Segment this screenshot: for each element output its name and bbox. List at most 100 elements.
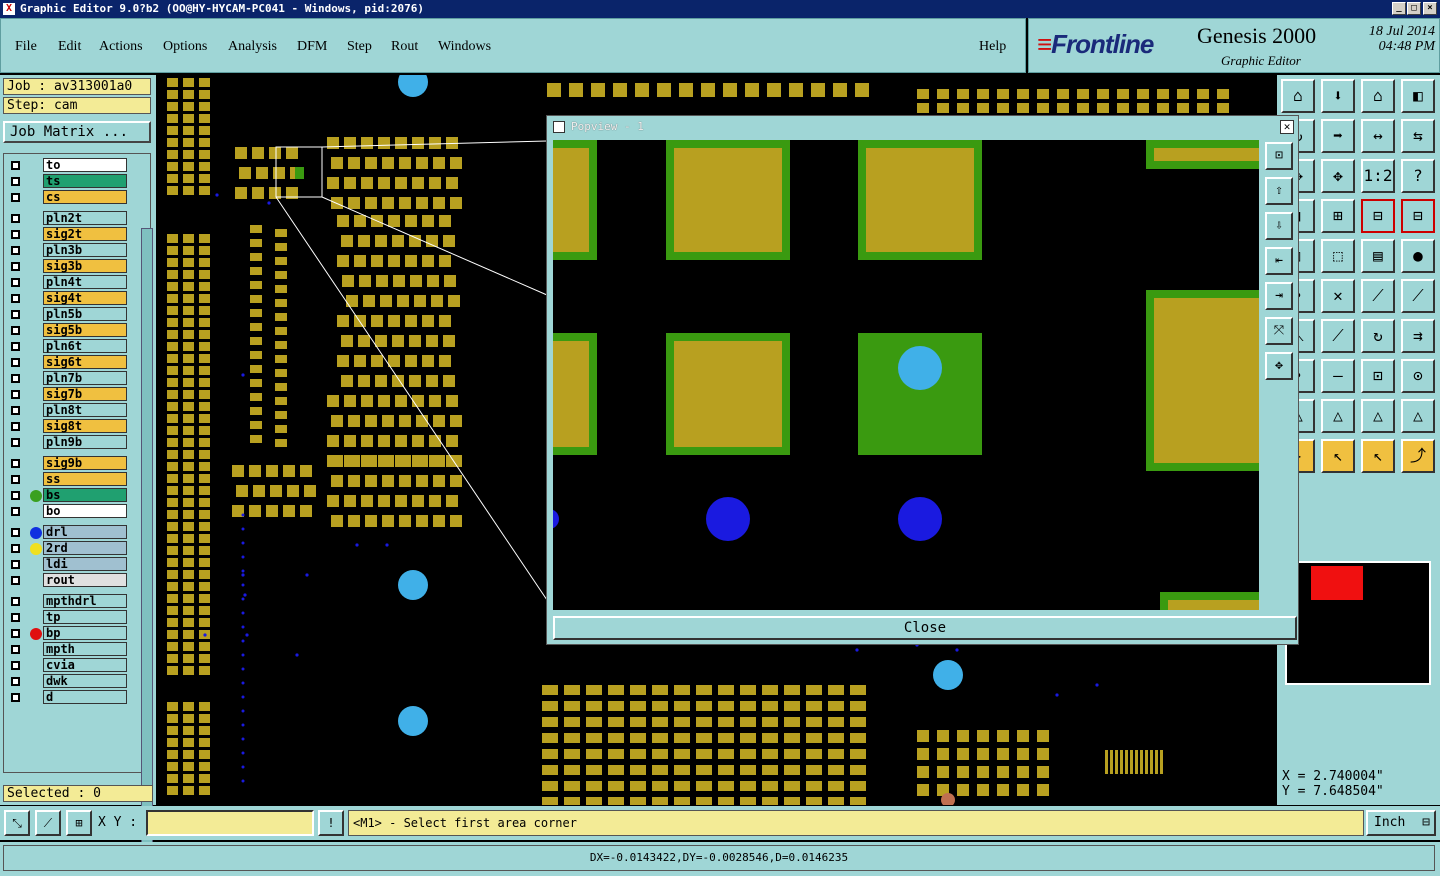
open-icon[interactable]: ⌂	[1281, 79, 1315, 113]
layer-name[interactable]: sig7b	[43, 387, 127, 401]
layer-row-pln4t[interactable]: pln4t	[7, 275, 127, 290]
layer-checkbox[interactable]	[11, 326, 20, 335]
layer-row-pln2t[interactable]: pln2t	[7, 211, 127, 226]
swap-icon[interactable]: ↔	[1361, 119, 1395, 153]
layer-row-rout[interactable]: rout	[7, 573, 127, 588]
layer-name[interactable]: cs	[43, 190, 127, 204]
text2-icon[interactable]: △	[1361, 399, 1395, 433]
layer-checkbox[interactable]	[11, 459, 20, 468]
zoom-fit-icon[interactable]: ⊡	[1265, 142, 1293, 170]
layer-checkbox[interactable]	[11, 661, 20, 670]
minus-icon[interactable]: —	[1321, 359, 1355, 393]
layer-name[interactable]: drl	[43, 525, 127, 539]
layer-list-scrollbar[interactable]	[141, 228, 153, 848]
layer-row-mpthdrl[interactable]: mpthdrl	[7, 594, 127, 609]
menu-file[interactable]: File	[15, 39, 37, 55]
select2-icon[interactable]: ↖	[1361, 439, 1395, 473]
menu-options[interactable]: Options	[163, 39, 207, 55]
layer-name[interactable]: cvia	[43, 658, 127, 672]
text-icon[interactable]: △	[1321, 399, 1355, 433]
layer-row-ldi[interactable]: ldi	[7, 557, 127, 572]
layer-name[interactable]: bo	[43, 504, 127, 518]
layer-row-drl[interactable]: drl	[7, 525, 127, 540]
layers-red2-icon[interactable]: ⊟	[1401, 199, 1435, 233]
text3-icon[interactable]: △	[1401, 399, 1435, 433]
layer-name[interactable]: pln2t	[43, 211, 127, 225]
layer-row-bp[interactable]: bp	[7, 626, 127, 641]
layer-name[interactable]: ts	[43, 174, 127, 188]
layer-checkbox[interactable]	[11, 214, 20, 223]
layer-name[interactable]: d	[43, 690, 127, 704]
layer-checkbox[interactable]	[11, 613, 20, 622]
layer-row-sig7b[interactable]: sig7b	[7, 387, 127, 402]
draw-icon[interactable]: ⬚	[1321, 239, 1355, 273]
maximize-button[interactable]: □	[1407, 2, 1421, 15]
layer-name[interactable]: sig4t	[43, 291, 127, 305]
layer-checkbox[interactable]	[11, 390, 20, 399]
layer-name[interactable]: sig6t	[43, 355, 127, 369]
layer-row-dwk[interactable]: dwk	[7, 674, 127, 689]
layer-name[interactable]: sig3b	[43, 259, 127, 273]
layer-checkbox[interactable]	[11, 597, 20, 606]
layer-checkbox[interactable]	[11, 629, 20, 638]
layer-checkbox[interactable]	[11, 491, 20, 500]
measure-icon[interactable]: ⊡	[1361, 359, 1395, 393]
layer-checkbox[interactable]	[11, 693, 20, 702]
layer-checkbox[interactable]	[11, 161, 20, 170]
layer-name[interactable]: tp	[43, 610, 127, 624]
layer-row-ts[interactable]: ts	[7, 174, 127, 189]
layer-row-pln8t[interactable]: pln8t	[7, 403, 127, 418]
pan-right-icon[interactable]: ⇥	[1265, 282, 1293, 310]
layer-name[interactable]: pln6t	[43, 339, 127, 353]
layer-row-mpth[interactable]: mpth	[7, 642, 127, 657]
route-icon[interactable]: ⇉	[1401, 319, 1435, 353]
layer-checkbox[interactable]	[11, 310, 20, 319]
save-icon[interactable]: ⬇	[1321, 79, 1355, 113]
layer-row-ss[interactable]: ss	[7, 472, 127, 487]
layer-name[interactable]: bp	[43, 626, 127, 640]
layer-checkbox[interactable]	[11, 342, 20, 351]
layer-name[interactable]: sig5b	[43, 323, 127, 337]
help-icon[interactable]: ?	[1401, 159, 1435, 193]
layer-name[interactable]: pln5b	[43, 307, 127, 321]
layer-row-bs[interactable]: bs	[7, 488, 127, 503]
layer-row-cvia[interactable]: cvia	[7, 658, 127, 673]
layer-name[interactable]: pln7b	[43, 371, 127, 385]
layer-checkbox[interactable]	[11, 475, 20, 484]
center-icon[interactable]: ✥	[1321, 159, 1355, 193]
scale-icon[interactable]: 1:2	[1361, 159, 1395, 193]
ruler-icon[interactable]: ▤	[1361, 239, 1395, 273]
layer-checkbox[interactable]	[11, 560, 20, 569]
layer-name[interactable]: 2rd	[43, 541, 127, 555]
snap-icon[interactable]: ⤡	[4, 810, 30, 836]
select-icon[interactable]: ↖	[1321, 439, 1355, 473]
layer-name[interactable]: mpth	[43, 642, 127, 656]
layer-checkbox[interactable]	[11, 645, 20, 654]
layer-row-2rd[interactable]: 2rd	[7, 541, 127, 556]
layer-name[interactable]: mpthdrl	[43, 594, 127, 608]
layer-checkbox[interactable]	[11, 177, 20, 186]
connect-icon[interactable]: ⤴	[1401, 439, 1435, 473]
minimize-button[interactable]: _	[1392, 2, 1406, 15]
menu-dfm[interactable]: DFM	[297, 39, 327, 55]
zoom-in-icon[interactable]: ⤧	[1265, 317, 1293, 345]
menu-actions[interactable]: Actions	[99, 39, 143, 55]
layer-checkbox[interactable]	[11, 576, 20, 585]
layer-name[interactable]: to	[43, 158, 127, 172]
layer-row-pln6t[interactable]: pln6t	[7, 339, 127, 354]
pan-up-icon[interactable]: ⇧	[1265, 177, 1293, 205]
menu-step[interactable]: Step	[347, 39, 372, 55]
layer-checkbox[interactable]	[11, 358, 20, 367]
layer-row-sig9b[interactable]: sig9b	[7, 456, 127, 471]
pan-left-icon[interactable]: ⇤	[1265, 247, 1293, 275]
layer-checkbox[interactable]	[11, 544, 20, 553]
layer-row-pln3b[interactable]: pln3b	[7, 243, 127, 258]
layer-name[interactable]: sig9b	[43, 456, 127, 470]
info-icon[interactable]: !	[318, 810, 344, 836]
layer-row-sig2t[interactable]: sig2t	[7, 227, 127, 242]
layer-name[interactable]: bs	[43, 488, 127, 502]
layer-checkbox[interactable]	[11, 294, 20, 303]
layer-row-pln5b[interactable]: pln5b	[7, 307, 127, 322]
layer-checkbox[interactable]	[11, 230, 20, 239]
layer-row-sig8t[interactable]: sig8t	[7, 419, 127, 434]
